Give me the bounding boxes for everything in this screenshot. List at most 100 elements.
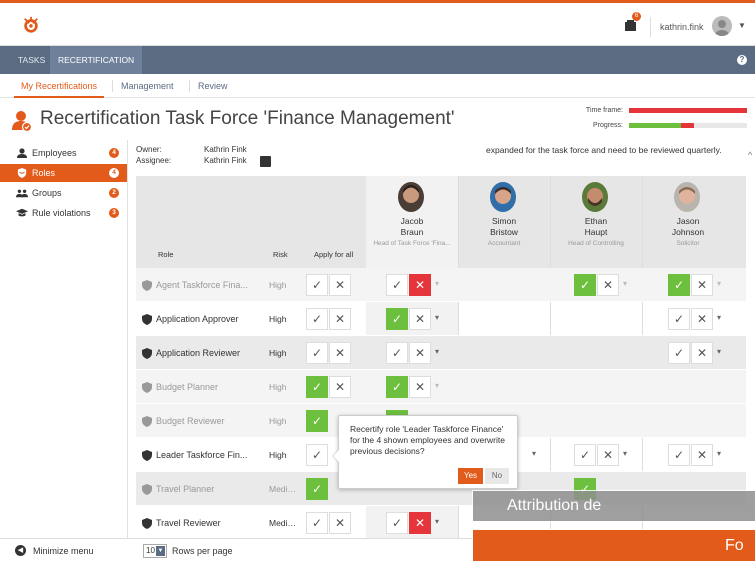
role-name[interactable]: Budget Planner	[156, 382, 264, 392]
reject-button[interactable]: ✕	[409, 512, 431, 534]
decision-menu-caret-icon[interactable]: ▾	[717, 279, 721, 288]
employee-name: Simon Bristow	[490, 216, 518, 237]
sidebar-item-rule-violations[interactable]: Rule violations 3	[0, 204, 127, 222]
reject-button[interactable]: ✕	[597, 444, 619, 466]
approve-all-button[interactable]: ✓	[306, 444, 328, 466]
decision-menu-caret-icon[interactable]: ▾	[435, 313, 439, 322]
approve-all-button[interactable]: ✓	[306, 376, 328, 398]
approve-button[interactable]: ✓	[574, 444, 596, 466]
decision-menu-caret-icon[interactable]: ▾	[623, 449, 627, 458]
decision-menu-caret-icon[interactable]: ▾	[717, 347, 721, 356]
decision-menu-caret-icon[interactable]: ▾	[623, 279, 627, 288]
approve-all-button[interactable]: ✓	[306, 308, 328, 330]
reject-button[interactable]: ✕	[409, 274, 431, 296]
decision-menu-caret-icon[interactable]: ▾	[435, 347, 439, 356]
minimize-menu-button[interactable]: Minimize menu	[33, 546, 94, 556]
approve-all-button[interactable]: ✓	[306, 342, 328, 364]
employee-title: Head of Task Force 'Fina...	[373, 240, 451, 247]
employee-header-simon-bristow[interactable]: Simon Bristow Accountant	[458, 176, 550, 268]
user-menu-caret-icon[interactable]: ▼	[738, 21, 746, 30]
logo-icon[interactable]	[22, 16, 40, 34]
notification-badge: 6	[632, 12, 641, 21]
reject-button[interactable]: ✕	[691, 274, 713, 296]
reject-all-button[interactable]: ✕	[329, 376, 351, 398]
approve-all-button[interactable]: ✓	[306, 478, 328, 500]
approve-button[interactable]: ✓	[386, 512, 408, 534]
decision-menu-caret-icon[interactable]: ▾	[717, 313, 721, 322]
role-name[interactable]: Budget Reviewer	[156, 416, 264, 426]
notification-icon[interactable]	[624, 19, 638, 33]
shield-icon	[142, 348, 152, 359]
reject-all-button[interactable]: ✕	[329, 342, 351, 364]
reject-button[interactable]: ✕	[691, 444, 713, 466]
bottom-banner[interactable]: Fo	[472, 529, 755, 562]
risk-level: High	[269, 314, 287, 324]
role-name[interactable]: Travel Reviewer	[156, 518, 264, 528]
reject-button[interactable]: ✕	[409, 376, 431, 398]
sidebar-item-employees[interactable]: Employees 4	[0, 144, 127, 162]
approve-button[interactable]: ✓	[386, 342, 408, 364]
tab-management[interactable]: Management	[114, 74, 181, 98]
decision-menu-caret-icon[interactable]: ▾	[435, 381, 439, 390]
decision-menu-caret-icon[interactable]: ▾	[717, 449, 721, 458]
shield-icon	[142, 484, 152, 495]
employee-title: Head of Controlling	[568, 240, 624, 247]
role-name[interactable]: Leader Taskforce Fin...	[156, 450, 264, 460]
page-title: Recertification Task Force 'Finance Mana…	[40, 108, 455, 129]
decision-menu-caret-icon[interactable]: ▾	[435, 279, 439, 288]
tab-my-recertifications[interactable]: My Recertifications	[14, 74, 105, 98]
approve-all-button[interactable]: ✓	[306, 410, 328, 432]
tab-review[interactable]: Review	[191, 74, 235, 98]
approve-button[interactable]: ✓	[668, 274, 690, 296]
table-row: Budget Planner High ✓ ✕ ✓ ✕ ▾	[136, 370, 746, 404]
reject-button[interactable]: ✕	[691, 308, 713, 330]
reject-all-button[interactable]: ✕	[329, 308, 351, 330]
scroll-up-icon[interactable]: ^	[748, 150, 752, 160]
popover-arrow	[332, 449, 339, 463]
sidebar-item-groups[interactable]: Groups 2	[0, 184, 127, 202]
reject-button[interactable]: ✕	[597, 274, 619, 296]
approve-button[interactable]: ✓	[574, 274, 596, 296]
sidebar: Employees 4 Roles 4 Groups 2 Rule violat…	[0, 140, 128, 538]
approve-button[interactable]: ✓	[668, 342, 690, 364]
reject-button[interactable]: ✕	[691, 342, 713, 364]
role-name[interactable]: Agent Taskforce Fina...	[156, 280, 264, 290]
confirm-no-button[interactable]: No	[485, 468, 509, 484]
approve-all-button[interactable]: ✓	[306, 274, 328, 296]
decision-menu-caret-icon[interactable]: ▾	[435, 517, 439, 526]
approve-button[interactable]: ✓	[386, 308, 408, 330]
help-icon[interactable]: ?	[737, 55, 747, 65]
role-name[interactable]: Travel Planner	[156, 484, 264, 494]
decision-menu-caret-icon[interactable]: ▾	[532, 449, 536, 458]
tab-recertification[interactable]: RECERTIFICATION	[50, 46, 143, 74]
approve-button[interactable]: ✓	[668, 444, 690, 466]
approve-all-button[interactable]: ✓	[306, 512, 328, 534]
confirm-message: Recertify role 'Leader Taskforce Finance…	[350, 424, 505, 456]
assignee-value: Kathrin Fink	[204, 156, 247, 165]
rows-per-page-select[interactable]: 10 ▼	[143, 544, 167, 558]
employee-header-jacob-braun[interactable]: Jacob Braun Head of Task Force 'Fina...	[366, 176, 458, 268]
employee-header-jason-johnson[interactable]: Jason Johnson Solicitor	[642, 176, 734, 268]
column-header-risk: Risk	[273, 250, 288, 259]
tab-tasks[interactable]: TASKS	[10, 46, 53, 74]
minimize-menu-icon[interactable]: ◀	[15, 545, 26, 556]
sidebar-item-roles[interactable]: Roles 4	[0, 164, 127, 182]
reject-button[interactable]: ✕	[409, 308, 431, 330]
shield-icon	[142, 280, 152, 291]
username[interactable]: kathrin.fink	[660, 22, 704, 32]
reject-button[interactable]: ✕	[409, 342, 431, 364]
approve-button[interactable]: ✓	[668, 308, 690, 330]
confirm-yes-button[interactable]: Yes	[458, 468, 483, 484]
divider	[112, 80, 113, 92]
employee-header-ethan-haupt[interactable]: Ethan Haupt Head of Controlling	[550, 176, 642, 268]
assignee-contact-icon[interactable]	[260, 156, 271, 167]
approve-button[interactable]: ✓	[386, 376, 408, 398]
employee-name: Ethan Haupt	[584, 216, 608, 237]
role-name[interactable]: Application Approver	[156, 314, 264, 324]
role-name[interactable]: Application Reviewer	[156, 348, 264, 358]
employee-title: Accountant	[487, 240, 521, 247]
approve-button[interactable]: ✓	[386, 274, 408, 296]
reject-all-button[interactable]: ✕	[329, 274, 351, 296]
user-avatar[interactable]	[712, 16, 732, 36]
reject-all-button[interactable]: ✕	[329, 512, 351, 534]
